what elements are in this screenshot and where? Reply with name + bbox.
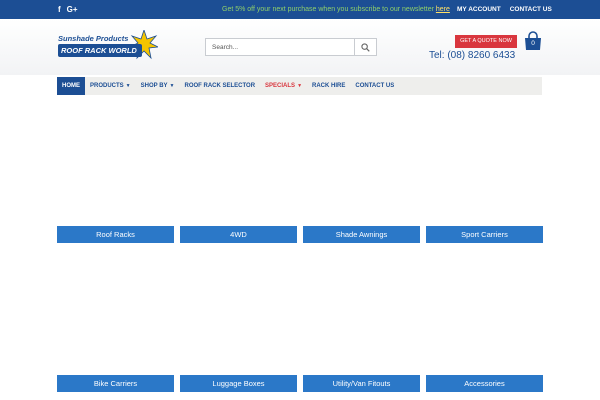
nav-rack-hire-label: RACK HIRE: [312, 83, 346, 89]
nav-products-label: PRODUCTS: [90, 83, 124, 89]
nav-contact-us-label: CONTACT US: [355, 83, 395, 89]
search-box: [205, 38, 377, 56]
logo-text-line2: ROOF RACK WORLD: [58, 44, 142, 57]
promo-here-link[interactable]: here: [436, 6, 450, 13]
caret-down-icon: ▼: [297, 83, 303, 89]
category-luggage-boxes[interactable]: Luggage Boxes: [180, 375, 297, 392]
nav-roof-rack-selector[interactable]: ROOF RACK SELECTOR: [179, 77, 260, 95]
main-nav: HOME PRODUCTS ▼ SHOP BY ▼ ROOF RACK SELECT…: [57, 77, 542, 95]
account-links: MY ACCOUNT CONTACT US: [457, 0, 552, 19]
get-quote-button[interactable]: GET A QUOTE NOW: [455, 35, 517, 48]
category-bike-carriers[interactable]: Bike Carriers: [57, 375, 174, 392]
phone-number: Tel: (08) 8260 6433: [429, 50, 516, 61]
promo-text: Get 5% off your next purchase when you s…: [222, 6, 436, 13]
nav-home[interactable]: HOME: [57, 77, 85, 95]
cart-count-badge: 0: [531, 40, 535, 47]
social-links: f G+: [58, 0, 78, 19]
site-header: Sunshade Products ROOF RACK WORLD GET A …: [0, 19, 600, 75]
nav-specials-label: SPECIALS: [265, 83, 296, 89]
nav-contact-us[interactable]: CONTACT US: [350, 77, 399, 95]
nav-rack-hire[interactable]: RACK HIRE: [307, 77, 350, 95]
search-button[interactable]: [354, 39, 376, 55]
category-accessories[interactable]: Accessories: [426, 375, 543, 392]
caret-down-icon: ▼: [125, 83, 131, 89]
newsletter-promo: Get 5% off your next purchase when you s…: [222, 0, 450, 19]
top-bar: f G+ Get 5% off your next purchase when …: [0, 0, 600, 19]
cart-button[interactable]: 0: [524, 31, 542, 51]
site-logo[interactable]: Sunshade Products ROOF RACK WORLD: [58, 30, 158, 66]
caret-down-icon: ▼: [169, 83, 175, 89]
logo-text-line1: Sunshade Products: [58, 34, 129, 43]
nav-shop-by-label: SHOP BY: [140, 83, 168, 89]
nav-specials[interactable]: SPECIALS ▼: [260, 77, 307, 95]
nav-products[interactable]: PRODUCTS ▼: [85, 77, 136, 95]
search-input[interactable]: [206, 39, 355, 55]
google-plus-icon[interactable]: G+: [67, 5, 78, 14]
category-roof-racks[interactable]: Roof Racks: [57, 226, 174, 243]
nav-home-label: HOME: [62, 83, 80, 89]
category-sport-carriers[interactable]: Sport Carriers: [426, 226, 543, 243]
category-utility-van-fitouts[interactable]: Utility/Van Fitouts: [303, 375, 420, 392]
search-icon: [361, 42, 370, 52]
my-account-link[interactable]: MY ACCOUNT: [457, 6, 501, 13]
category-4wd[interactable]: 4WD: [180, 226, 297, 243]
category-shade-awnings[interactable]: Shade Awnings: [303, 226, 420, 243]
nav-shop-by[interactable]: SHOP BY ▼: [136, 77, 180, 95]
facebook-icon[interactable]: f: [58, 5, 61, 14]
contact-us-link[interactable]: CONTACT US: [510, 6, 552, 13]
nav-roof-rack-selector-label: ROOF RACK SELECTOR: [184, 83, 256, 89]
